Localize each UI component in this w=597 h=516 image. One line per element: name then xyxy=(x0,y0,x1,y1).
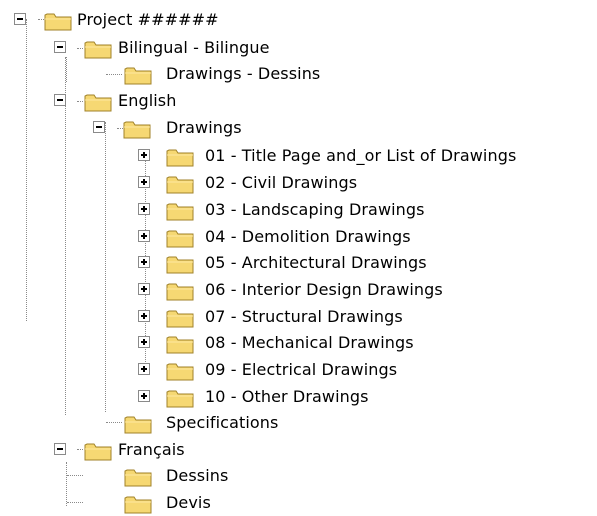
tree-node-label: 06 - Interior Design Drawings xyxy=(205,280,443,299)
tree-node-label: 08 - Mechanical Drawings xyxy=(205,333,414,352)
expand-icon[interactable] xyxy=(138,256,150,268)
expand-icon[interactable] xyxy=(138,149,150,161)
tree-node-label: Drawings xyxy=(166,118,242,137)
collapse-icon[interactable] xyxy=(54,94,66,106)
folder-icon xyxy=(166,283,194,301)
collapse-icon[interactable] xyxy=(93,121,105,133)
folder-icon xyxy=(166,203,194,221)
tree-node-label: 02 - Civil Drawings xyxy=(205,173,358,192)
tree-node-drawing-category[interactable]: 10 - Other Drawings xyxy=(0,384,440,410)
tree-node-drawing-category[interactable]: 08 - Mechanical Drawings xyxy=(0,330,490,356)
folder-icon xyxy=(124,496,152,514)
tree-node-label: Drawings - Dessins xyxy=(166,64,321,83)
folder-icon xyxy=(123,121,151,139)
folder-icon xyxy=(84,94,112,112)
collapse-icon[interactable] xyxy=(54,41,66,53)
tree-node-label: Specifications xyxy=(166,413,279,432)
tree-node-label: Dessins xyxy=(166,466,229,485)
tree-node-label: 10 - Other Drawings xyxy=(205,387,369,406)
tree-node-english[interactable]: English xyxy=(0,88,210,114)
tree-node-label: 04 - Demolition Drawings xyxy=(205,227,411,246)
expand-icon[interactable] xyxy=(138,283,150,295)
tree-node-drawing-category[interactable]: 09 - Electrical Drawings xyxy=(0,357,470,383)
tree-node-label: English xyxy=(118,91,177,110)
expand-icon[interactable] xyxy=(138,310,150,322)
folder-icon xyxy=(166,310,194,328)
collapse-icon[interactable] xyxy=(54,443,66,455)
tree-node-label: 09 - Electrical Drawings xyxy=(205,360,398,379)
tree-node-label: 01 - Title Page and_or List of Drawings xyxy=(205,146,517,165)
tree-node-drawing-category[interactable]: 06 - Interior Design Drawings xyxy=(0,277,520,303)
tree-node-drawing-category[interactable]: 02 - Civil Drawings xyxy=(0,170,400,196)
tree-node-drawing-category[interactable]: 05 - Architectural Drawings xyxy=(0,250,490,276)
folder-icon xyxy=(124,67,152,85)
tree-node-drawing-category[interactable]: 04 - Demolition Drawings xyxy=(0,224,480,250)
folder-icon xyxy=(124,469,152,487)
tree-node-specifications[interactable]: Specifications xyxy=(0,410,340,436)
folder-icon xyxy=(84,41,112,59)
expand-icon[interactable] xyxy=(138,390,150,402)
tree-node-label: 05 - Architectural Drawings xyxy=(205,253,427,272)
tree-node-drawings[interactable]: Drawings xyxy=(0,115,270,141)
expand-icon[interactable] xyxy=(138,336,150,348)
folder-tree: Project ###### Bilingual - Bilingue Draw… xyxy=(0,0,597,514)
folder-icon xyxy=(44,13,72,31)
tree-node-drawing-category[interactable]: 07 - Structural Drawings xyxy=(0,304,480,330)
tree-node-label: 07 - Structural Drawings xyxy=(205,307,403,326)
folder-icon xyxy=(166,256,194,274)
tree-node-label: 03 - Landscaping Drawings xyxy=(205,200,425,219)
tree-node-francais[interactable]: Français xyxy=(0,437,230,463)
tree-node-bilingual[interactable]: Bilingual - Bilingue xyxy=(0,35,330,61)
folder-icon xyxy=(166,336,194,354)
tree-node-drawing-category[interactable]: 03 - Landscaping Drawings xyxy=(0,197,480,223)
collapse-icon[interactable] xyxy=(14,13,26,25)
folder-icon xyxy=(166,149,194,167)
tree-node-label: Devis xyxy=(166,493,211,512)
folder-icon xyxy=(124,416,152,434)
tree-node-label: Français xyxy=(118,440,185,459)
expand-icon[interactable] xyxy=(138,203,150,215)
tree-node-dessins[interactable]: Dessins xyxy=(0,463,260,489)
tree-node-label: Project ###### xyxy=(77,10,219,29)
folder-icon xyxy=(166,363,194,381)
expand-icon[interactable] xyxy=(138,176,150,188)
tree-node-drawing-category[interactable]: 01 - Title Page and_or List of Drawings xyxy=(0,143,597,169)
tree-node-label: Bilingual - Bilingue xyxy=(118,38,270,57)
expand-icon[interactable] xyxy=(138,230,150,242)
folder-icon xyxy=(166,230,194,248)
tree-node-devis[interactable]: Devis xyxy=(0,490,240,516)
folder-icon xyxy=(166,176,194,194)
folder-icon xyxy=(84,443,112,461)
tree-node-drawings-dessins[interactable]: Drawings - Dessins xyxy=(0,61,390,87)
expand-icon[interactable] xyxy=(138,363,150,375)
folder-icon xyxy=(166,390,194,408)
tree-node-project[interactable]: Project ###### xyxy=(0,7,290,33)
